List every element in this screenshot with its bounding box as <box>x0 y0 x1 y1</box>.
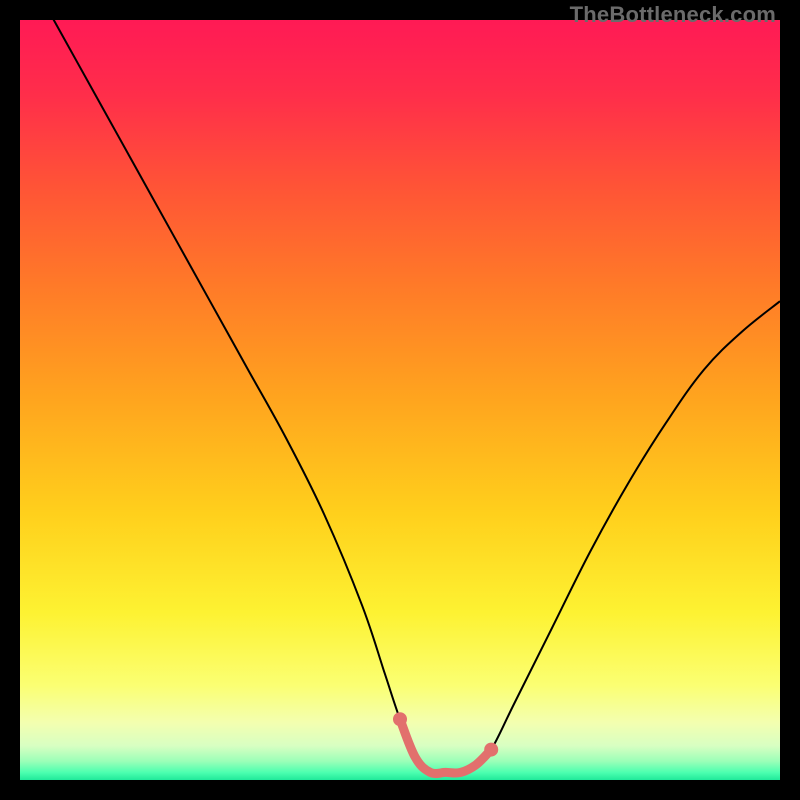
optimum-marker <box>393 712 407 726</box>
chart-plot-area <box>20 20 780 780</box>
optimum-marker <box>484 743 498 757</box>
chart-frame: TheBottleneck.com <box>0 0 800 800</box>
watermark-text: TheBottleneck.com <box>570 2 776 28</box>
bottleneck-chart <box>20 20 780 780</box>
gradient-background <box>20 20 780 780</box>
